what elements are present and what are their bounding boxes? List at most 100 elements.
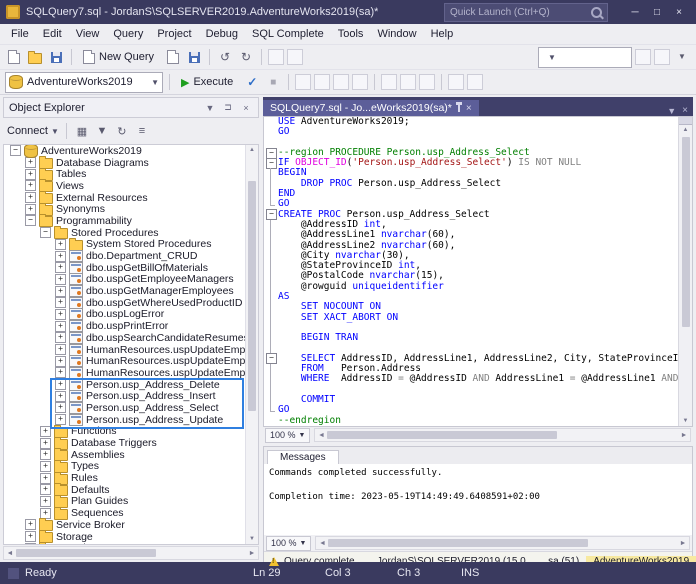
window-position-icon[interactable]: ▼: [203, 103, 217, 113]
tree-item-humanresources-uspupdateemployee[interactable]: + HumanResources.uspUpdateEmployee: [4, 343, 258, 356]
tree-item-database-triggers[interactable]: + Database Triggers: [4, 436, 258, 450]
expand-icon[interactable]: +: [55, 344, 66, 356]
open-query-button[interactable]: [164, 48, 182, 66]
expand-icon[interactable]: +: [55, 402, 66, 414]
collapse-icon[interactable]: −: [25, 215, 36, 227]
close-panel-icon[interactable]: ×: [239, 103, 253, 113]
scroll-left-icon[interactable]: ◄: [316, 540, 328, 547]
tree-item-sequences[interactable]: + Sequences: [4, 506, 258, 520]
tree-item-stored-procedures[interactable]: − Stored Procedures: [4, 226, 258, 240]
scrollbar-thumb[interactable]: [327, 431, 558, 439]
sql-editor[interactable]: USE AdventureWorks2019; GO − --region PROCE…: [263, 116, 693, 427]
fold-collapse-icon[interactable]: −: [264, 147, 278, 159]
scrollbar-thumb[interactable]: [248, 181, 256, 411]
fold-collapse-icon[interactable]: −: [264, 157, 278, 169]
code-line[interactable]: COMMIT: [264, 394, 678, 406]
code-line[interactable]: GO: [264, 126, 678, 137]
connect-button[interactable]: Connect ▼: [7, 125, 59, 137]
expand-icon[interactable]: +: [40, 449, 51, 461]
tree-item-dbo-usplogerror[interactable]: + dbo.uspLogError: [4, 308, 258, 321]
tree-item-external-resources[interactable]: + External Resources: [4, 191, 258, 205]
tree-item-storage[interactable]: + Storage: [4, 530, 258, 544]
tree-item-views[interactable]: + Views: [4, 179, 258, 193]
menu-help[interactable]: Help: [424, 25, 461, 43]
tree-item-programmability[interactable]: − Programmability: [4, 214, 258, 228]
menu-sql-complete[interactable]: SQL Complete: [245, 25, 331, 43]
expand-icon[interactable]: +: [55, 308, 66, 320]
expand-icon[interactable]: +: [55, 320, 66, 332]
toolbar-icon[interactable]: [467, 74, 484, 90]
toolbar-icon[interactable]: [287, 49, 304, 65]
expand-icon[interactable]: +: [40, 472, 51, 484]
close-button[interactable]: ×: [668, 2, 690, 22]
expand-icon[interactable]: +: [55, 379, 66, 391]
redo-icon[interactable]: ↻: [237, 48, 255, 66]
tab-messages[interactable]: Messages: [267, 450, 339, 464]
tree-item-database-diagrams[interactable]: + Database Diagrams: [4, 156, 258, 170]
splitter-handle[interactable]: [679, 117, 692, 125]
tree-item-service-broker[interactable]: + Service Broker: [4, 518, 258, 532]
toolbar-icon[interactable]: [352, 74, 369, 90]
tab-sqlquery7[interactable]: SQLQuery7.sql - Jo...eWorks2019(sa)* ×: [263, 100, 479, 116]
expand-icon[interactable]: +: [25, 180, 36, 192]
tree-item-defaults[interactable]: + Defaults: [4, 483, 258, 497]
messages-horizontal-scrollbar[interactable]: ◄ ►: [315, 536, 690, 550]
expand-icon[interactable]: +: [55, 285, 66, 297]
menu-project[interactable]: Project: [150, 25, 198, 43]
tree-item-dbo-uspsearchcandidateresumes[interactable]: + dbo.uspSearchCandidateResumes: [4, 331, 258, 344]
scroll-left-icon[interactable]: ◄: [4, 550, 16, 557]
pin-icon[interactable]: [455, 101, 462, 112]
expand-icon[interactable]: +: [40, 425, 51, 437]
tree-item-system-stored-procedures[interactable]: + System Stored Procedures: [4, 237, 258, 251]
cancel-query-icon[interactable]: ■: [264, 73, 282, 91]
pin-icon[interactable]: ⊐: [221, 102, 235, 113]
collapse-icon[interactable]: −: [40, 227, 51, 239]
expand-icon[interactable]: +: [25, 157, 36, 169]
scroll-right-icon[interactable]: ►: [678, 432, 690, 439]
tree-item-assemblies[interactable]: + Assemblies: [4, 448, 258, 462]
tree-item-person-usp-address-delete[interactable]: + Person.usp_Address_Delete: [4, 378, 258, 391]
expand-icon[interactable]: +: [40, 507, 51, 519]
tree-vertical-scrollbar[interactable]: ▲ ▼: [245, 145, 258, 544]
toolbar-icon[interactable]: [654, 49, 670, 65]
active-files-icon[interactable]: ▼: [667, 106, 676, 116]
code-line[interactable]: WHERE AddressID = @AddressID AND Address…: [264, 374, 678, 386]
toolbar-icon[interactable]: [635, 49, 651, 65]
menu-window[interactable]: Window: [370, 25, 423, 43]
expand-icon[interactable]: +: [55, 273, 66, 285]
toolbar-icon[interactable]: [381, 74, 398, 90]
tree-item-dbo-uspprinterror[interactable]: + dbo.uspPrintError: [4, 320, 258, 333]
tree-item-rules[interactable]: + Rules: [4, 471, 258, 485]
tree-item-dbo-uspgetbillofmaterials[interactable]: + dbo.uspGetBillOfMaterials: [4, 261, 258, 274]
quick-launch-input[interactable]: Quick Launch (Ctrl+Q): [444, 2, 608, 22]
menu-query[interactable]: Query: [106, 25, 150, 43]
refresh-icon[interactable]: ↻: [114, 125, 130, 138]
scripting-icon[interactable]: ▦: [74, 125, 90, 138]
expand-icon[interactable]: +: [55, 262, 66, 274]
tree-item-security[interactable]: + Security: [4, 541, 258, 544]
expand-icon[interactable]: +: [25, 168, 36, 180]
execute-button[interactable]: ▶ Execute: [176, 74, 240, 91]
save-all-button[interactable]: [185, 48, 203, 66]
tree-item-humanresources-uspupdateemployee[interactable]: + HumanResources.uspUpdateEmployee: [4, 355, 258, 368]
scroll-down-icon[interactable]: ▼: [249, 534, 255, 544]
tree-item-dbo-uspgetmanageremployees[interactable]: + dbo.uspGetManagerEmployees: [4, 285, 258, 298]
expand-icon[interactable]: +: [55, 332, 66, 344]
scroll-up-icon[interactable]: ▲: [249, 145, 255, 155]
expand-icon[interactable]: +: [25, 531, 36, 543]
new-query-button[interactable]: New Query: [78, 48, 161, 66]
stop-icon[interactable]: ≡: [134, 125, 150, 137]
parse-icon[interactable]: ✓: [243, 73, 261, 91]
expand-icon[interactable]: +: [55, 297, 66, 309]
expand-icon[interactable]: +: [40, 495, 51, 507]
code-area[interactable]: USE AdventureWorks2019; GO − --region PROCE…: [264, 117, 678, 426]
database-combo[interactable]: AdventureWorks2019 ▼: [5, 71, 163, 93]
tree-item-adventureworks2019[interactable]: − AdventureWorks2019: [4, 145, 258, 158]
tree-horizontal-scrollbar[interactable]: ◄ ►: [3, 546, 259, 560]
tree-item-dbo-uspgetemployeemanagers[interactable]: + dbo.uspGetEmployeeManagers: [4, 273, 258, 286]
scrollbar-thumb[interactable]: [328, 539, 589, 547]
scrollbar-thumb[interactable]: [681, 137, 690, 327]
code-line[interactable]: @rowguid uniqueidentifier: [264, 281, 678, 293]
expand-icon[interactable]: +: [40, 460, 51, 472]
code-line[interactable]: END: [264, 188, 678, 200]
